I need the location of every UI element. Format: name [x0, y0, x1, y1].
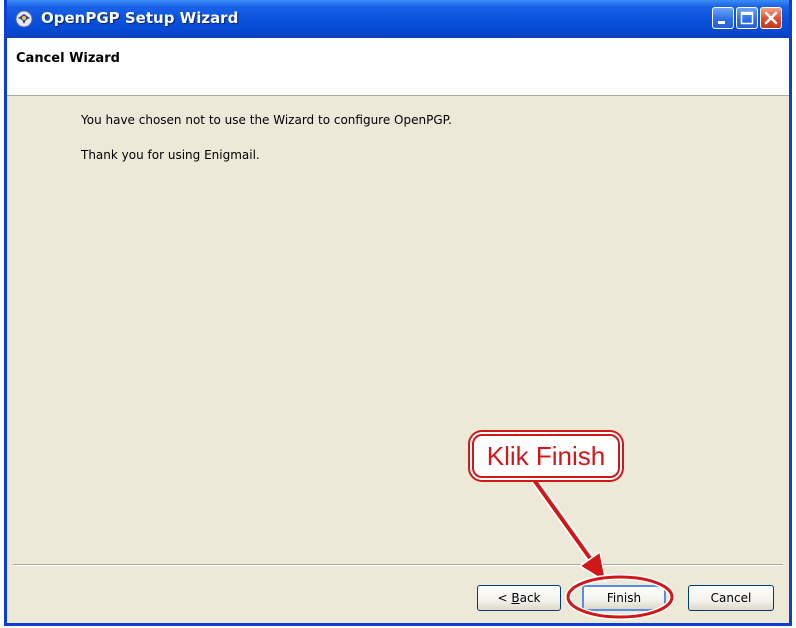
maximize-button[interactable] — [736, 7, 758, 29]
wizard-header: Cancel Wizard — [7, 38, 789, 96]
page-title: Cancel Wizard — [16, 51, 120, 66]
maximize-icon — [740, 11, 754, 25]
title-bar[interactable]: OpenPGP Setup Wizard — [7, 0, 789, 38]
minimize-button[interactable] — [712, 7, 734, 29]
close-button[interactable] — [760, 7, 782, 29]
close-icon — [764, 11, 778, 25]
cancel-button[interactable]: Cancel — [688, 585, 774, 611]
back-label-rest: ack — [519, 591, 541, 605]
thunderbird-icon — [15, 10, 33, 28]
info-text-line-2: Thank you for using Enigmail. — [81, 148, 260, 162]
callout-text: Klik Finish — [486, 441, 606, 471]
back-mnemonic: B — [511, 591, 520, 605]
back-prefix: < — [497, 591, 512, 605]
window-title: OpenPGP Setup Wizard — [41, 9, 239, 27]
info-text-line-1: You have chosen not to use the Wizard to… — [81, 113, 452, 127]
minimize-icon — [718, 21, 725, 24]
footer-divider — [13, 564, 783, 566]
annotation-callout: Klik Finish — [472, 434, 620, 478]
back-button[interactable]: < Back — [477, 585, 561, 611]
wizard-window: OpenPGP Setup Wizard Cancel Wizard You h… — [4, 0, 792, 626]
finish-button[interactable]: Finish — [582, 585, 666, 611]
